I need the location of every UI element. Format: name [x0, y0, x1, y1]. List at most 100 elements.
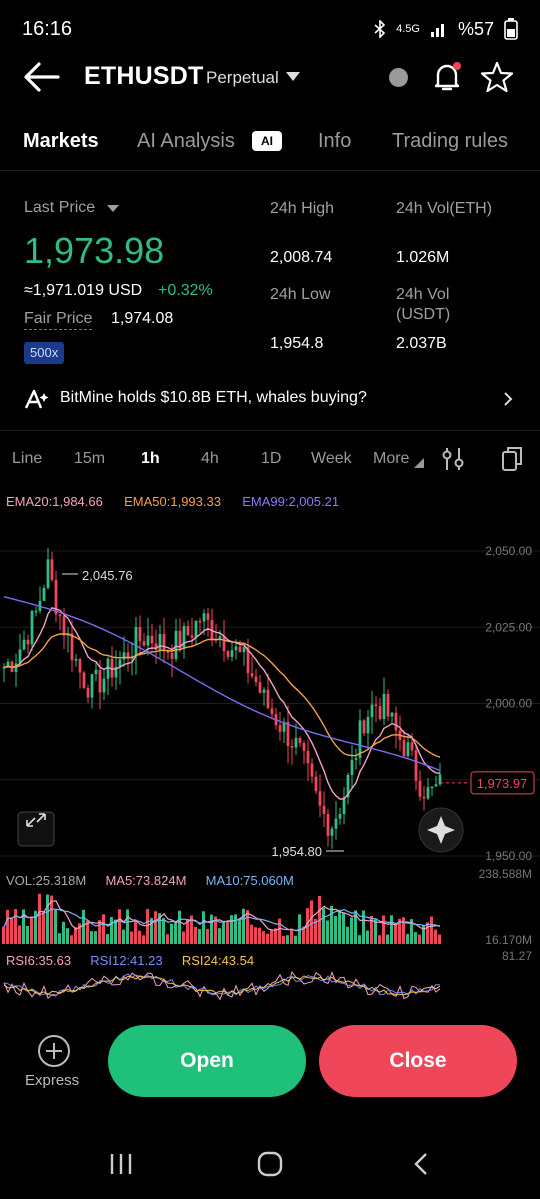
recent-apps-icon[interactable]: [108, 1152, 134, 1176]
last-price-label[interactable]: Last Price: [24, 199, 95, 217]
chevron-right-icon[interactable]: [502, 391, 514, 407]
chevron-down-icon[interactable]: [286, 72, 300, 81]
tab-trading-rules[interactable]: Trading rules: [392, 130, 508, 153]
volume-bar: [362, 910, 365, 944]
tf-line[interactable]: Line: [12, 450, 42, 468]
express-label[interactable]: Express: [25, 1072, 79, 1089]
volume-bar: [30, 916, 33, 944]
volume-bar: [270, 930, 273, 944]
volume-bar: [98, 920, 101, 944]
vol-usdt-label: 24h Vol (USDT): [396, 286, 451, 323]
volume-bar: [198, 929, 201, 944]
home-icon[interactable]: [257, 1151, 283, 1177]
volume-bar: [258, 927, 261, 944]
volume-bar: [178, 910, 181, 944]
volume-bar: [310, 900, 313, 944]
news-banner[interactable]: BitMine holds $10.8B ETH, whales buying?: [0, 380, 540, 418]
candle-body: [382, 693, 386, 720]
candle-body: [258, 682, 262, 693]
nav-back-icon[interactable]: [412, 1152, 430, 1176]
high-value: 2,008.74: [270, 249, 333, 266]
volume-bar: [326, 920, 329, 944]
candle-body: [270, 708, 274, 715]
candle-body: [102, 678, 106, 693]
volume-bar: [166, 934, 169, 944]
caret-down-icon[interactable]: [107, 205, 119, 212]
volume-bar: [202, 911, 205, 944]
pair-title[interactable]: ETHUSDT: [84, 62, 203, 91]
volume-bar: [374, 919, 377, 944]
status-time: 16:16: [22, 18, 73, 40]
tf-4h[interactable]: 4h: [201, 450, 219, 468]
volume-bar: [114, 919, 117, 944]
candle-body: [298, 737, 302, 744]
volume-bar: [242, 908, 245, 944]
tf-1d[interactable]: 1D: [261, 450, 281, 468]
price-axis-label: 2,000.00: [485, 697, 532, 711]
tf-week[interactable]: Week: [311, 450, 352, 468]
status-dot-icon[interactable]: [389, 68, 408, 87]
vol-usdt-value: 2.037B: [396, 335, 447, 352]
volume-bar: [26, 925, 29, 944]
candle-body: [402, 739, 406, 757]
volume-bar: [414, 932, 417, 944]
volume-bar: [182, 931, 185, 944]
layout-switch-icon[interactable]: [500, 446, 524, 472]
candle-body: [434, 784, 438, 787]
signal-icon: [430, 24, 444, 37]
tab-markets[interactable]: Markets: [23, 130, 99, 153]
high-marker-label: 2,045.76: [82, 568, 133, 583]
more-caret-icon[interactable]: [414, 458, 424, 468]
candle-body: [50, 559, 54, 580]
open-button[interactable]: Open: [108, 1025, 306, 1097]
back-arrow-icon[interactable]: [22, 60, 62, 94]
volume-bar: [82, 909, 85, 944]
candle-body: [134, 627, 138, 657]
volume-bar: [222, 922, 225, 944]
candle-body: [342, 797, 346, 815]
volume-bar: [286, 935, 289, 944]
candle-body: [174, 630, 178, 659]
trade-actions: Express Open Close: [0, 1020, 540, 1106]
candle-body: [338, 814, 342, 819]
news-headline[interactable]: BitMine holds $10.8B ETH, whales buying?: [60, 389, 367, 407]
network-label: 4.5G: [396, 23, 420, 35]
volume-bar: [390, 915, 393, 944]
tab-info[interactable]: Info: [318, 130, 351, 153]
candle-body: [238, 646, 242, 653]
volume-bar: [126, 909, 129, 944]
star-icon[interactable]: [480, 60, 514, 94]
candle-body: [406, 742, 410, 757]
candle-body: [186, 626, 190, 636]
tab-ai-analysis[interactable]: AI Analysis: [137, 130, 235, 153]
close-button[interactable]: Close: [319, 1025, 517, 1097]
vol-eth-label: 24h Vol(ETH): [396, 200, 493, 217]
fair-price-label[interactable]: Fair Price: [24, 310, 93, 330]
candle-body: [362, 720, 366, 734]
indicator-settings-icon[interactable]: [441, 446, 465, 472]
pair-type[interactable]: Perpetual: [206, 68, 279, 88]
candle-body: [234, 646, 238, 651]
candle-body: [378, 706, 382, 720]
candle-body: [74, 659, 78, 661]
volume-bar: [294, 935, 297, 944]
rsi12-line: [3, 973, 441, 997]
candle-body: [394, 712, 398, 731]
volume-bar: [18, 925, 21, 944]
tf-15m[interactable]: 15m: [74, 450, 105, 468]
volume-bar: [322, 908, 325, 944]
last-price: 1,973.98: [24, 230, 165, 271]
price-chart[interactable]: 2,050.002,025.002,000.001,975.001,950.00…: [0, 482, 540, 872]
candle-body: [354, 758, 358, 760]
tf-more[interactable]: More: [373, 450, 409, 468]
volume-bar: [162, 918, 165, 944]
rsi24-line: [3, 975, 441, 996]
candle-body: [70, 633, 74, 661]
leverage-badge: 500x: [24, 342, 65, 364]
candle-body: [18, 649, 22, 664]
candle-body: [366, 717, 370, 734]
tf-1h[interactable]: 1h: [141, 450, 160, 468]
plus-circle-icon[interactable]: [38, 1035, 70, 1067]
volume-bar: [74, 927, 77, 944]
bell-icon[interactable]: [430, 60, 464, 94]
